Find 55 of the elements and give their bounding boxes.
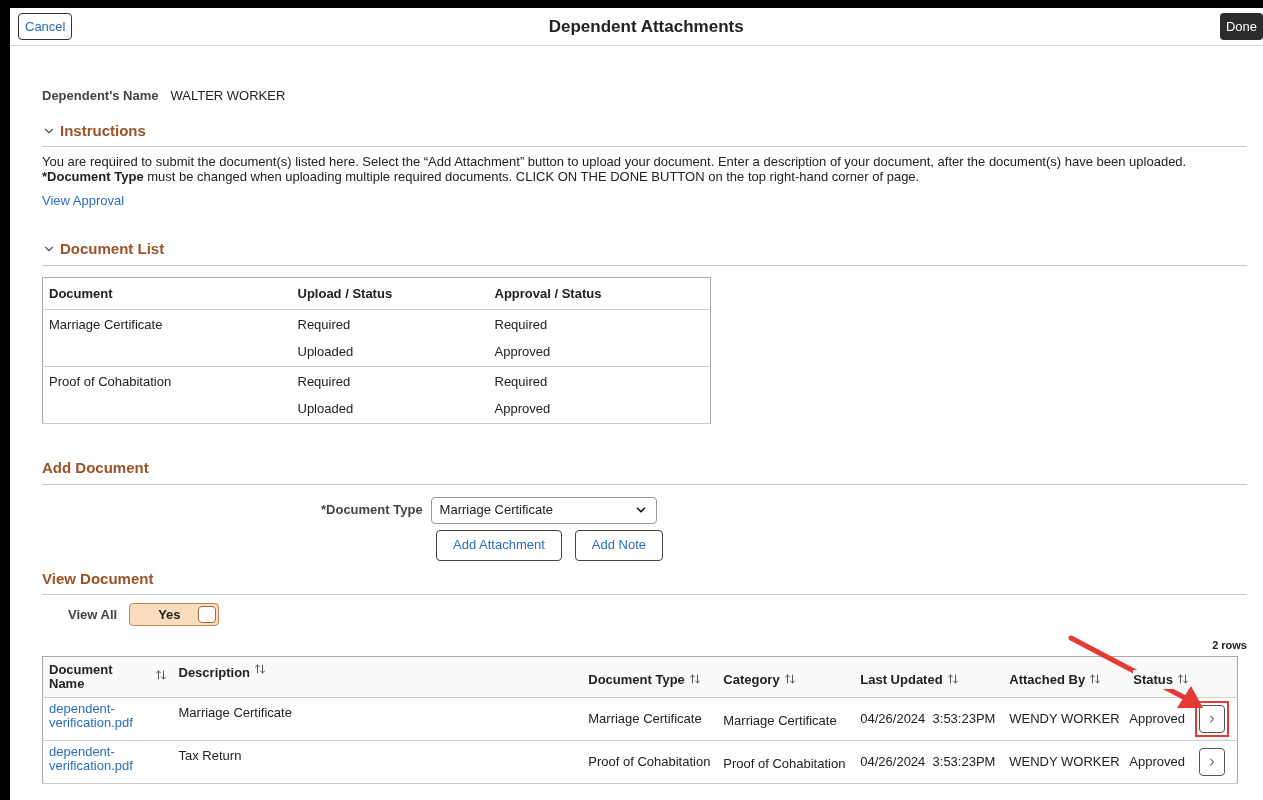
table-cell: Marriage Certificate	[178, 704, 292, 720]
row-detail-button[interactable]	[1199, 747, 1225, 776]
table-cell: Proof of Cohabitation	[588, 753, 711, 769]
page-title: Dependent Attachments	[548, 15, 744, 38]
view-approval-link[interactable]: View Approval	[42, 193, 125, 208]
done-button[interactable]: Done	[1219, 12, 1263, 41]
field-label: *Document Type	[321, 501, 423, 520]
table-cell: Marriage Certificate	[588, 710, 702, 726]
action-button[interactable]: Add Attachment	[436, 529, 562, 561]
table-cell-text: Required	[494, 373, 549, 391]
column-header: Upload / Status	[291, 277, 489, 310]
instructions-text: *Document Type must be changed when uploading multiple required documents. CLICK ON THE DONE BUTTON on the top right-hand corner of page.	[42, 169, 921, 184]
document-type-select[interactable]: Marriage Certificate	[430, 496, 657, 524]
table-cell-text: Uploaded	[297, 342, 355, 361]
section-heading[interactable]: Instructions	[60, 119, 146, 142]
column-header: Approval / Status	[488, 277, 711, 310]
column-header[interactable]: Status	[1133, 669, 1173, 689]
table-cell-text: Required	[297, 373, 352, 391]
file-link[interactable]: dependent-verification.pdf	[49, 744, 167, 773]
instructions-text: You are required to submit the document(s) listed here. Select the “Add Attachment” button to upload your document. Enter a description of your document, after the document(s) have been uploaded.	[42, 154, 1188, 169]
table-cell: 04/26/2024 3:53:23PM	[860, 753, 996, 769]
section-heading[interactable]: Document List	[60, 238, 165, 261]
table-cell: Marriage Certificate	[49, 317, 163, 332]
field-label: Dependent's Name	[42, 87, 159, 105]
sort-icon[interactable]	[946, 673, 959, 686]
sort-icon[interactable]	[688, 673, 701, 686]
column-header: Document	[42, 277, 292, 310]
table-cell: Approved	[1129, 753, 1185, 769]
table-cell-text: Approved	[494, 399, 552, 418]
sort-icon[interactable]	[1089, 673, 1102, 686]
table-cell-text: Required	[297, 316, 352, 334]
field-value: WALTER WORKER	[170, 87, 286, 105]
table-cell-text: Required	[494, 316, 549, 334]
table-cell: 04/26/2024 3:53:23PM	[860, 710, 996, 726]
table-cell-text: Approved	[494, 342, 552, 361]
table-cell: WENDY WORKER	[1009, 710, 1120, 726]
section-heading: Add Document	[42, 458, 149, 478]
table-cell: Tax Return	[178, 747, 242, 763]
table-cell: Marriage Certificate	[723, 712, 837, 728]
table-cell: Approved	[1129, 710, 1185, 726]
sort-icon[interactable]	[1177, 673, 1189, 686]
table-cell: Proof of Cohabitation	[49, 374, 172, 389]
file-link[interactable]: dependent-verification.pdf	[49, 701, 167, 730]
table-cell-text: Uploaded	[297, 399, 355, 418]
sort-icon[interactable]	[154, 668, 167, 681]
table-cell: WENDY WORKER	[1009, 753, 1120, 769]
section-heading: View Document	[42, 568, 154, 589]
sort-icon[interactable]	[254, 662, 266, 675]
sort-icon[interactable]	[783, 673, 796, 686]
field-label: View All	[68, 605, 118, 624]
action-button[interactable]: Add Note	[574, 529, 663, 561]
view-all-toggle[interactable]: Yes	[129, 603, 220, 626]
row-count: 2 rows	[1212, 639, 1247, 651]
table-cell: Proof of Cohabitation	[723, 755, 846, 771]
cancel-button[interactable]: Cancel	[18, 12, 73, 41]
